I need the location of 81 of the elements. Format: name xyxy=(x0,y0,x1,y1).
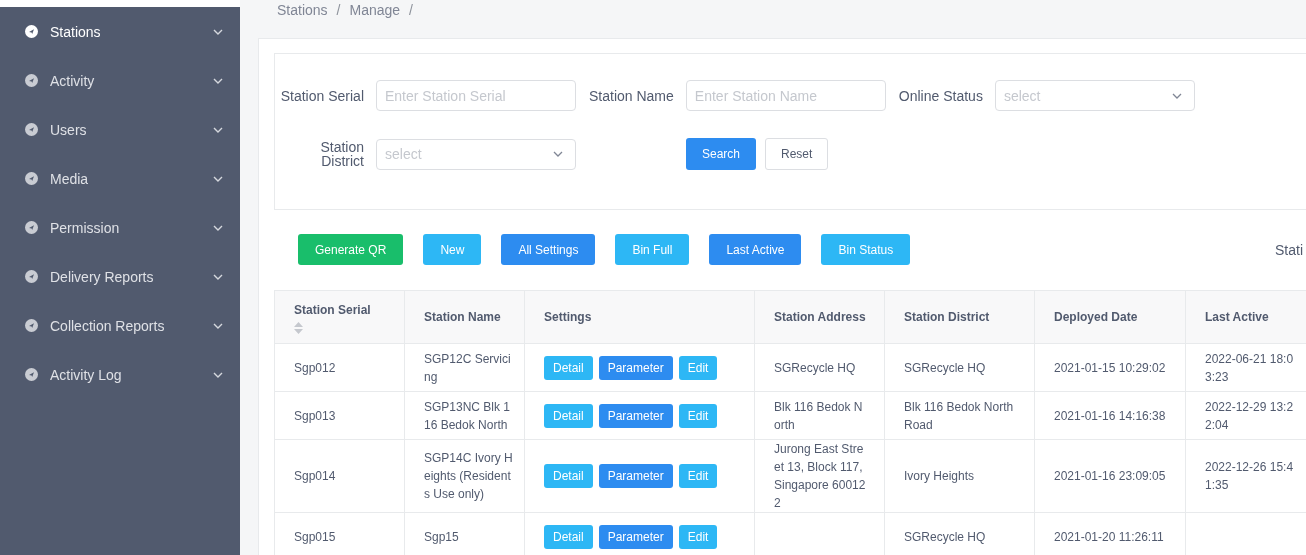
chevron-down-icon xyxy=(1171,92,1182,99)
table-cell: Sgp012 xyxy=(274,343,405,392)
chevron-down-icon xyxy=(213,371,223,378)
action-button[interactable]: Bin Full xyxy=(615,234,690,265)
chevron-down-icon xyxy=(213,273,223,280)
breadcrumb-separator: / xyxy=(336,2,341,18)
table-cell: Blk 116 Bedok North xyxy=(754,391,885,440)
sidebar-item[interactable]: Delivery Reports xyxy=(0,252,240,301)
reset-button[interactable]: Reset xyxy=(765,138,829,170)
action-button[interactable]: All Settings xyxy=(501,234,596,265)
breadcrumb-separator: / xyxy=(409,2,413,18)
row-action-button[interactable]: Parameter xyxy=(598,355,673,380)
table-cell: Sgp014 xyxy=(274,439,405,513)
table-cell: SGP12C Servicing xyxy=(404,343,525,392)
column-header: Station District xyxy=(884,290,1035,344)
navigation-icon xyxy=(25,221,38,234)
row-action-button[interactable]: Detail xyxy=(544,355,593,380)
sidebar-item[interactable]: Activity Log xyxy=(0,350,240,399)
chevron-down-icon xyxy=(213,77,223,84)
row-action-button[interactable]: Parameter xyxy=(598,524,673,549)
input-field[interactable]: Enter Station Name xyxy=(685,80,886,111)
action-button[interactable]: Last Active xyxy=(709,234,802,265)
row-action-button[interactable]: Edit xyxy=(678,403,718,428)
sidebar-item[interactable]: Stations xyxy=(0,7,240,56)
chevron-down-icon xyxy=(213,322,223,329)
chevron-down-icon xyxy=(213,126,223,133)
row-action-button[interactable]: Edit xyxy=(678,464,718,488)
action-button[interactable]: New xyxy=(423,234,482,265)
field-label: Station Name xyxy=(589,88,674,103)
sidebar-item[interactable]: Collection Reports xyxy=(0,301,240,350)
chevron-down-icon xyxy=(213,28,223,35)
field-label: Online Status xyxy=(898,88,983,103)
search-button[interactable]: Search xyxy=(686,138,757,170)
table-cell: SGP13NC Blk 116 Bedok North xyxy=(404,391,525,440)
sidebar-item[interactable]: Users xyxy=(0,105,240,154)
table-cell: Blk 116 Bedok North Road xyxy=(884,391,1035,440)
action-button[interactable]: Generate QR xyxy=(298,234,404,265)
column-header: Station Serial xyxy=(274,290,405,344)
sidebar-item[interactable]: Media xyxy=(0,154,240,203)
column-header: Station Name xyxy=(404,290,525,344)
navigation-icon xyxy=(25,74,38,87)
chevron-down-icon xyxy=(213,175,223,182)
chevron-down-icon xyxy=(213,224,223,231)
row-action-button[interactable]: Parameter xyxy=(598,403,673,428)
table-cell: Sgp015 xyxy=(274,512,405,555)
breadcrumb-item[interactable]: Manage xyxy=(349,2,401,18)
navigation-icon xyxy=(25,270,38,283)
sidebar-item[interactable]: Activity xyxy=(0,56,240,105)
table-cell: 2021-01-16 23:09:05 xyxy=(1034,439,1186,513)
input-field[interactable]: Enter Station Serial xyxy=(376,80,576,111)
navigation-icon xyxy=(25,368,38,381)
table-cell: 2021-01-16 14:16:38 xyxy=(1034,391,1186,440)
navigation-icon xyxy=(25,123,38,136)
navigation-icon xyxy=(25,319,38,332)
navigation-icon xyxy=(25,172,38,185)
table-cell: SGP14C Ivory Heights (Residents Use only) xyxy=(404,439,525,513)
table-cell: SGRecycle HQ xyxy=(884,343,1035,392)
column-header: Deployed Date xyxy=(1034,290,1186,344)
row-action-button[interactable]: Detail xyxy=(544,403,593,428)
row-action-button[interactable]: Edit xyxy=(678,524,718,549)
column-header: Station Address xyxy=(754,290,885,344)
breadcrumb-item[interactable]: Stations xyxy=(277,2,328,18)
column-header: Last Active xyxy=(1185,290,1306,344)
table-cell: 2021-01-15 10:29:02 xyxy=(1034,343,1186,392)
field-label: Station Serial xyxy=(280,88,364,103)
table-cell: Sgp013 xyxy=(274,391,405,440)
table-cell: Jurong East Street 13, Block 117, Singapore 600122 xyxy=(754,439,885,513)
row-action-button[interactable]: Parameter xyxy=(598,464,673,488)
row-action-button[interactable]: Detail xyxy=(544,524,593,549)
navigation-icon xyxy=(25,25,38,38)
action-button[interactable]: Bin Status xyxy=(821,234,911,265)
sidebar-item[interactable]: Permission xyxy=(0,203,240,252)
field-label: Station District xyxy=(319,140,364,168)
sort-icon[interactable] xyxy=(294,321,303,334)
toolbar-text: Stati xyxy=(1275,241,1304,258)
row-action-button[interactable]: Detail xyxy=(544,464,593,488)
column-header: Settings xyxy=(524,290,755,344)
table-cell: SGRecycle HQ xyxy=(754,343,885,392)
chevron-down-icon xyxy=(553,151,563,157)
row-action-button[interactable]: Edit xyxy=(678,355,718,380)
table-cell: Ivory Heights xyxy=(884,439,1035,513)
